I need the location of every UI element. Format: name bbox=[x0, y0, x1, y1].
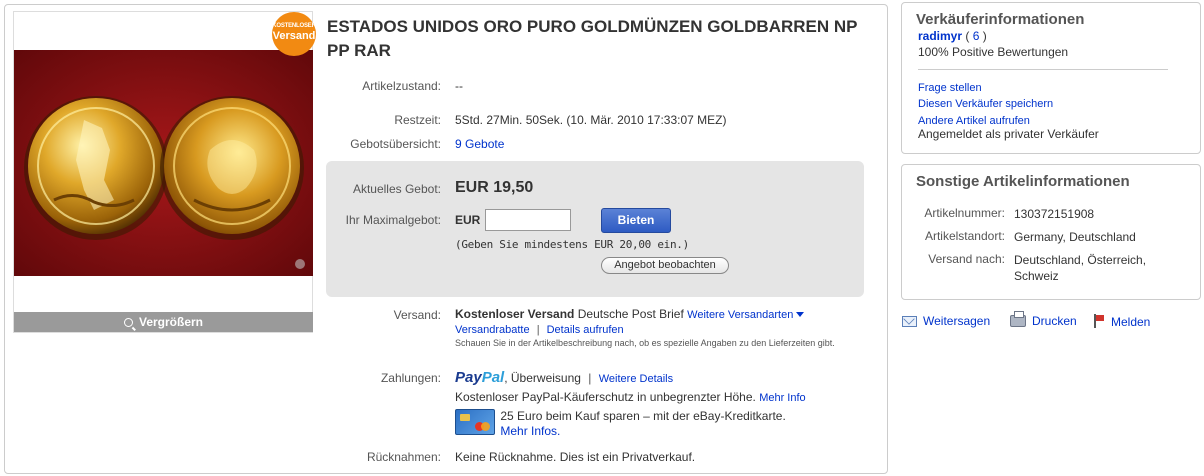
current-bid-label: Aktuelles Gebot: bbox=[352, 182, 441, 196]
carrier-text: Deutsche Post Brief bbox=[577, 307, 684, 321]
time-left-value: 5Std. 27Min. 50Sek. (10. Mär. 2010 17:33… bbox=[455, 113, 727, 127]
enlarge-image-button[interactable]: Vergrößern bbox=[14, 312, 313, 332]
bid-button[interactable]: Bieten bbox=[601, 208, 671, 233]
envelope-icon bbox=[902, 316, 917, 327]
buyer-protection-text: Kostenloser PayPal-Käuferschutz in unbeg… bbox=[455, 390, 756, 404]
current-bid-value: EUR 19,50 bbox=[455, 179, 534, 196]
badge-small-text: KOSTENLOSER bbox=[272, 23, 316, 29]
ask-question-link[interactable]: Frage stellen bbox=[918, 82, 982, 94]
flag-icon bbox=[1093, 314, 1105, 328]
buyer-protection-info-link[interactable]: Mehr Info bbox=[759, 392, 805, 404]
bid-history-label: Gebotsübersicht: bbox=[350, 137, 441, 151]
ships-to-label: Versand nach: bbox=[928, 252, 1005, 266]
seller-name-link[interactable]: radimyr bbox=[918, 29, 962, 43]
paypal-logo-pal: Pal bbox=[481, 369, 505, 386]
separator: | bbox=[536, 324, 540, 336]
save-seller-link[interactable]: Diesen Verkäufer speichern bbox=[918, 98, 1053, 110]
credit-card-icon bbox=[455, 409, 495, 435]
card-promo-text: 25 Euro beim Kauf sparen – mit der eBay-… bbox=[500, 409, 786, 423]
shipping-block: Kostenloser Versand Deutsche Post Brief … bbox=[455, 307, 875, 349]
item-title: ESTADOS UNIDOS ORO PURO GOLDMÜNZEN GOLDB… bbox=[327, 17, 858, 60]
card-promo-link[interactable]: Mehr Infos. bbox=[500, 424, 560, 438]
bid-box: Aktuelles Gebot: EUR 19,50 Ihr Maximalge… bbox=[326, 161, 864, 297]
enlarge-label: Vergrößern bbox=[138, 315, 204, 329]
shipping-discounts-link[interactable]: Versandrabatte bbox=[455, 324, 530, 336]
payment-block: PayPal, Überweisung | Weitere Details Ko… bbox=[455, 368, 875, 439]
positive-feedback: 100% Positive Bewertungen bbox=[918, 45, 1069, 59]
seller-score-close: ) bbox=[979, 29, 987, 43]
payment-methods: , Überweisung bbox=[504, 371, 581, 385]
free-shipping-badge: KOSTENLOSER Versand bbox=[272, 12, 316, 56]
max-bid-input[interactable] bbox=[485, 209, 571, 231]
shipping-details-link[interactable]: Details aufrufen bbox=[547, 324, 624, 336]
divider bbox=[918, 69, 1168, 70]
seller-info-panel: Verkäuferinformationen radimyr ( 6 ) 100… bbox=[901, 2, 1201, 154]
report-label: Melden bbox=[1111, 315, 1151, 329]
returns-value: Keine Rücknahme. Dies ist ein Privatverk… bbox=[455, 450, 696, 464]
shipping-label: Versand: bbox=[393, 308, 441, 322]
ships-to-value: Deutschland, Österreich, Schweiz bbox=[1014, 253, 1147, 283]
report-link[interactable]: Melden bbox=[1093, 314, 1150, 329]
item-photo[interactable] bbox=[14, 50, 313, 276]
time-left-label: Restzeit: bbox=[394, 113, 441, 127]
seller-score-open: ( bbox=[962, 29, 973, 43]
paypal-logo-pay: Pay bbox=[455, 369, 482, 386]
item-info-panel: Sonstige Artikelinformationen Artikelnum… bbox=[901, 164, 1201, 300]
condition-value: -- bbox=[455, 79, 463, 93]
item-number-label: Artikelnummer: bbox=[924, 206, 1005, 220]
free-shipping-text: Kostenloser Versand bbox=[455, 307, 575, 321]
other-items-link[interactable]: Andere Artikel aufrufen bbox=[918, 115, 1030, 127]
item-location-label: Artikelstandort: bbox=[924, 229, 1005, 243]
returns-label: Rücknahmen: bbox=[366, 450, 441, 464]
separator: | bbox=[588, 371, 592, 385]
more-shipping-options-label: Weitere Versandarten bbox=[687, 309, 794, 321]
printer-icon bbox=[1010, 311, 1026, 327]
item-location-value: Germany, Deutschland bbox=[1014, 230, 1136, 244]
seller-name-line: radimyr ( 6 ) bbox=[918, 29, 987, 43]
gold-coins-image bbox=[14, 50, 313, 276]
seller-panel-title: Verkäuferinformationen bbox=[916, 11, 1085, 28]
item-image-box: KOSTENLOSER Versand Vergrößern bbox=[13, 11, 316, 333]
paypal-logo: PayPal bbox=[455, 369, 504, 386]
max-bid-label: Ihr Maximalgebot: bbox=[345, 213, 441, 227]
print-label: Drucken bbox=[1032, 314, 1077, 328]
listing-main-panel: KOSTENLOSER Versand Vergrößern ESTADOS U… bbox=[4, 4, 888, 474]
share-link[interactable]: Weitersagen bbox=[902, 314, 990, 328]
watch-item-button[interactable]: Angebot beobachten bbox=[601, 257, 729, 274]
bid-history-link[interactable]: 9 Gebote bbox=[455, 137, 504, 151]
badge-big-text: Versand bbox=[272, 30, 316, 42]
min-bid-hint: (Geben Sie mindestens EUR 20,00 ein.) bbox=[455, 238, 689, 251]
private-seller-note: Angemeldet als privater Verkäufer bbox=[918, 127, 1099, 141]
payment-label: Zahlungen: bbox=[380, 371, 441, 385]
max-bid-currency: EUR bbox=[455, 213, 481, 227]
dropdown-arrow-icon bbox=[796, 312, 805, 317]
condition-label: Artikelzustand: bbox=[362, 79, 441, 93]
item-info-title: Sonstige Artikelinformationen bbox=[916, 173, 1130, 190]
print-link[interactable]: Drucken bbox=[1010, 311, 1077, 328]
payment-details-link[interactable]: Weitere Details bbox=[599, 373, 673, 385]
shipping-note: Schauen Sie in der Artikelbeschreibung n… bbox=[455, 338, 835, 348]
share-label: Weitersagen bbox=[923, 314, 991, 328]
magnifier-icon bbox=[123, 318, 133, 327]
item-number-value: 130372151908 bbox=[1014, 207, 1095, 221]
more-shipping-options-link[interactable]: Weitere Versandarten bbox=[687, 309, 805, 321]
